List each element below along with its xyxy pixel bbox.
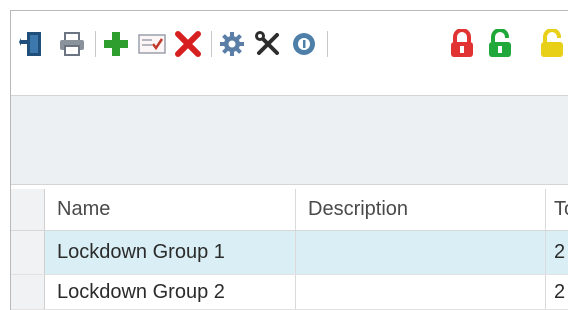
cell-name[interactable]: Lockdown Group 2 xyxy=(45,275,296,309)
tools-icon[interactable] xyxy=(251,27,285,61)
cell-name[interactable]: Lockdown Group 1 xyxy=(45,231,296,274)
info-disc-icon[interactable] xyxy=(287,27,321,61)
checklist-icon[interactable] xyxy=(135,27,169,61)
column-header-total[interactable]: To xyxy=(546,189,568,230)
cell-total[interactable]: 2 xyxy=(546,231,568,274)
grid-header-row: Name Description To xyxy=(11,189,568,231)
unlock-yellow-icon[interactable] xyxy=(535,27,568,61)
lockdown-group-grid: Name Description To Lockdown Group 1 2 L… xyxy=(11,183,568,310)
column-header-name[interactable]: Name xyxy=(45,189,296,230)
plus-icon[interactable] xyxy=(99,27,133,61)
cell-description[interactable] xyxy=(296,275,546,309)
group-panel xyxy=(11,95,568,185)
column-header-description[interactable]: Description xyxy=(296,189,546,230)
lock-red-icon[interactable] xyxy=(445,27,479,61)
row-selector[interactable] xyxy=(11,275,45,309)
exit-door-icon[interactable] xyxy=(15,27,49,61)
table-row[interactable]: Lockdown Group 2 2 xyxy=(11,275,568,310)
printer-icon[interactable] xyxy=(55,27,89,61)
cell-description[interactable] xyxy=(296,231,546,274)
table-row[interactable]: Lockdown Group 1 2 xyxy=(11,231,568,275)
row-selector-header xyxy=(11,189,45,230)
toolbar-separator xyxy=(211,31,212,57)
delete-x-icon[interactable] xyxy=(171,27,205,61)
toolbar-separator xyxy=(95,31,96,57)
toolbar xyxy=(11,11,568,77)
row-selector[interactable] xyxy=(11,231,45,274)
cell-total[interactable]: 2 xyxy=(546,275,568,309)
gear-icon[interactable] xyxy=(215,27,249,61)
toolbar-separator xyxy=(327,31,328,57)
unlock-green-icon[interactable] xyxy=(483,27,517,61)
app-window: Name Description To Lockdown Group 1 2 L… xyxy=(10,10,568,310)
